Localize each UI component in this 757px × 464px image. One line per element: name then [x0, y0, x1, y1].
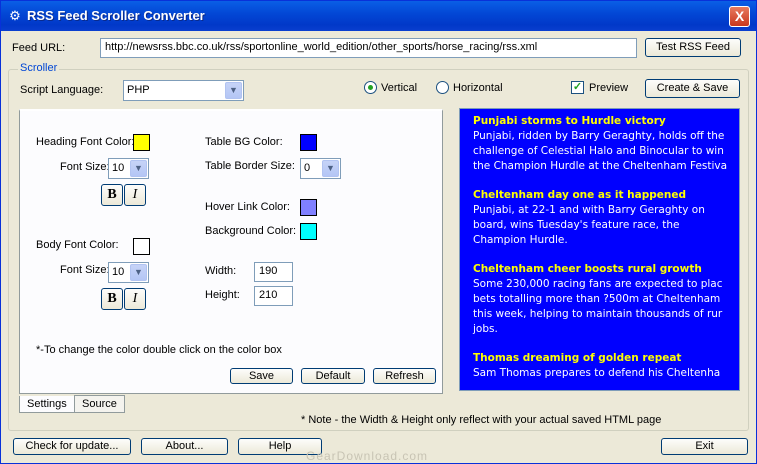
- news-line: Punjabi, ridden by Barry Geraghty, holds…: [473, 130, 725, 142]
- close-button[interactable]: X: [729, 6, 750, 27]
- app-icon: ⚙: [9, 8, 21, 23]
- news-headline[interactable]: Punjabi storms to Hurdle victory: [473, 114, 739, 129]
- news-line: Champion Hurdle.: [473, 234, 568, 246]
- heading-font-color-label: Heading Font Color:: [36, 136, 135, 148]
- news-line: Some 230,000 racing fans are expected to…: [473, 278, 723, 290]
- chevron-down-icon[interactable]: ▼: [130, 160, 147, 177]
- news-headline[interactable]: Cheltenham day one as it happened: [473, 188, 739, 203]
- preview-checkbox[interactable]: ✓: [571, 81, 584, 94]
- script-language-value: PHP: [127, 84, 150, 96]
- heading-font-color-swatch[interactable]: [133, 134, 150, 151]
- note-text: * Note - the Width & Height only reflect…: [301, 414, 662, 426]
- news-line: jobs.: [473, 323, 498, 335]
- script-language-select[interactable]: PHP ▼: [123, 80, 244, 101]
- news-item: Cheltenham cheer boosts rural growth Som…: [473, 262, 739, 337]
- body-font-color-label: Body Font Color:: [36, 239, 119, 251]
- body-font-size-label: Font Size:: [60, 264, 110, 276]
- width-label: Width:: [205, 265, 237, 277]
- feed-url-input[interactable]: http://newsrss.bbc.co.uk/rss/sportonline…: [100, 38, 637, 58]
- body-italic-button[interactable]: I: [124, 288, 146, 310]
- window-title: RSS Feed Scroller Converter: [27, 8, 205, 23]
- news-item: Thomas dreaming of golden repeat Sam Tho…: [473, 351, 739, 381]
- background-color-label: Background Color:: [205, 225, 297, 237]
- table-border-size-label: Table Border Size:: [205, 160, 295, 172]
- check-update-button[interactable]: Check for update...: [13, 438, 131, 455]
- color-hint-text: *-To change the color double click on th…: [36, 344, 282, 356]
- table-border-size-select[interactable]: 0 ▼: [300, 158, 341, 179]
- news-headline[interactable]: Thomas dreaming of golden repeat: [473, 351, 739, 366]
- news-line: Punjabi, at 22-1 and with Barry Geraghty…: [473, 204, 705, 216]
- scroller-group-title: Scroller: [18, 62, 60, 74]
- preview-label: Preview: [589, 82, 629, 94]
- chevron-down-icon[interactable]: ▼: [322, 160, 339, 177]
- watermark: GearDownload.com: [306, 449, 429, 463]
- tab-source[interactable]: Source: [74, 395, 125, 413]
- news-line: board, wins Tuesday's feature race, the: [473, 219, 680, 231]
- test-rss-feed-button[interactable]: Test RSS Feed: [645, 38, 741, 57]
- heading-font-size-value: 10: [112, 162, 125, 174]
- default-button[interactable]: Default: [301, 368, 365, 384]
- rss-preview-pane: Punjabi storms to Hurdle victory Punjabi…: [459, 108, 740, 391]
- body-font-size-value: 10: [112, 266, 125, 278]
- heading-font-size-label: Font Size:: [60, 161, 110, 173]
- heading-italic-button[interactable]: I: [124, 184, 146, 206]
- body-bold-button[interactable]: B: [101, 288, 123, 310]
- settings-panel: Heading Font Color: Font Size: 10 ▼ B I …: [19, 109, 443, 394]
- save-button[interactable]: Save: [230, 368, 293, 384]
- news-line: the Champion Hurdle at the Cheltenham Fe…: [473, 160, 728, 172]
- body-font-size-select[interactable]: 10 ▼: [108, 262, 149, 283]
- news-line: this week, helping to maintain thousands…: [473, 308, 723, 320]
- background-color-swatch[interactable]: [300, 223, 317, 240]
- title-bar[interactable]: ⚙ RSS Feed Scroller Converter X: [1, 1, 756, 31]
- news-item: Cheltenham day one as it happened Punjab…: [473, 188, 739, 248]
- news-line: bets totalling more than ?500m at Chelte…: [473, 293, 721, 305]
- table-bg-color-swatch[interactable]: [300, 134, 317, 151]
- script-language-label: Script Language:: [20, 84, 104, 96]
- vertical-radio[interactable]: [364, 81, 377, 94]
- news-item: Punjabi storms to Hurdle victory Punjabi…: [473, 114, 739, 174]
- horizontal-label: Horizontal: [453, 82, 503, 94]
- app-window: ⚙ RSS Feed Scroller Converter X Feed URL…: [0, 0, 757, 464]
- body-font-color-swatch[interactable]: [133, 238, 150, 255]
- width-input[interactable]: 190: [254, 262, 293, 282]
- table-bg-color-label: Table BG Color:: [205, 136, 283, 148]
- horizontal-radio[interactable]: [436, 81, 449, 94]
- table-border-size-value: 0: [304, 162, 311, 174]
- refresh-button[interactable]: Refresh: [373, 368, 436, 384]
- create-save-button[interactable]: Create & Save: [645, 79, 740, 98]
- news-line: Sam Thomas prepares to defend his Chelte…: [473, 367, 721, 379]
- height-input[interactable]: 210: [254, 286, 293, 306]
- exit-button[interactable]: Exit: [661, 438, 748, 455]
- about-button[interactable]: About...: [141, 438, 228, 455]
- news-headline[interactable]: Cheltenham cheer boosts rural growth: [473, 262, 739, 277]
- heading-font-size-select[interactable]: 10 ▼: [108, 158, 149, 179]
- hover-link-color-swatch[interactable]: [300, 199, 317, 216]
- chevron-down-icon[interactable]: ▼: [130, 264, 147, 281]
- news-line: challenge of Celestial Halo and Binocula…: [473, 145, 724, 157]
- heading-bold-button[interactable]: B: [101, 184, 123, 206]
- height-label: Height:: [205, 289, 240, 301]
- tab-settings[interactable]: Settings: [19, 396, 75, 413]
- hover-link-color-label: Hover Link Color:: [205, 201, 290, 213]
- vertical-label: Vertical: [381, 82, 418, 94]
- chevron-down-icon[interactable]: ▼: [225, 82, 242, 99]
- feed-url-label: Feed URL:: [12, 42, 66, 54]
